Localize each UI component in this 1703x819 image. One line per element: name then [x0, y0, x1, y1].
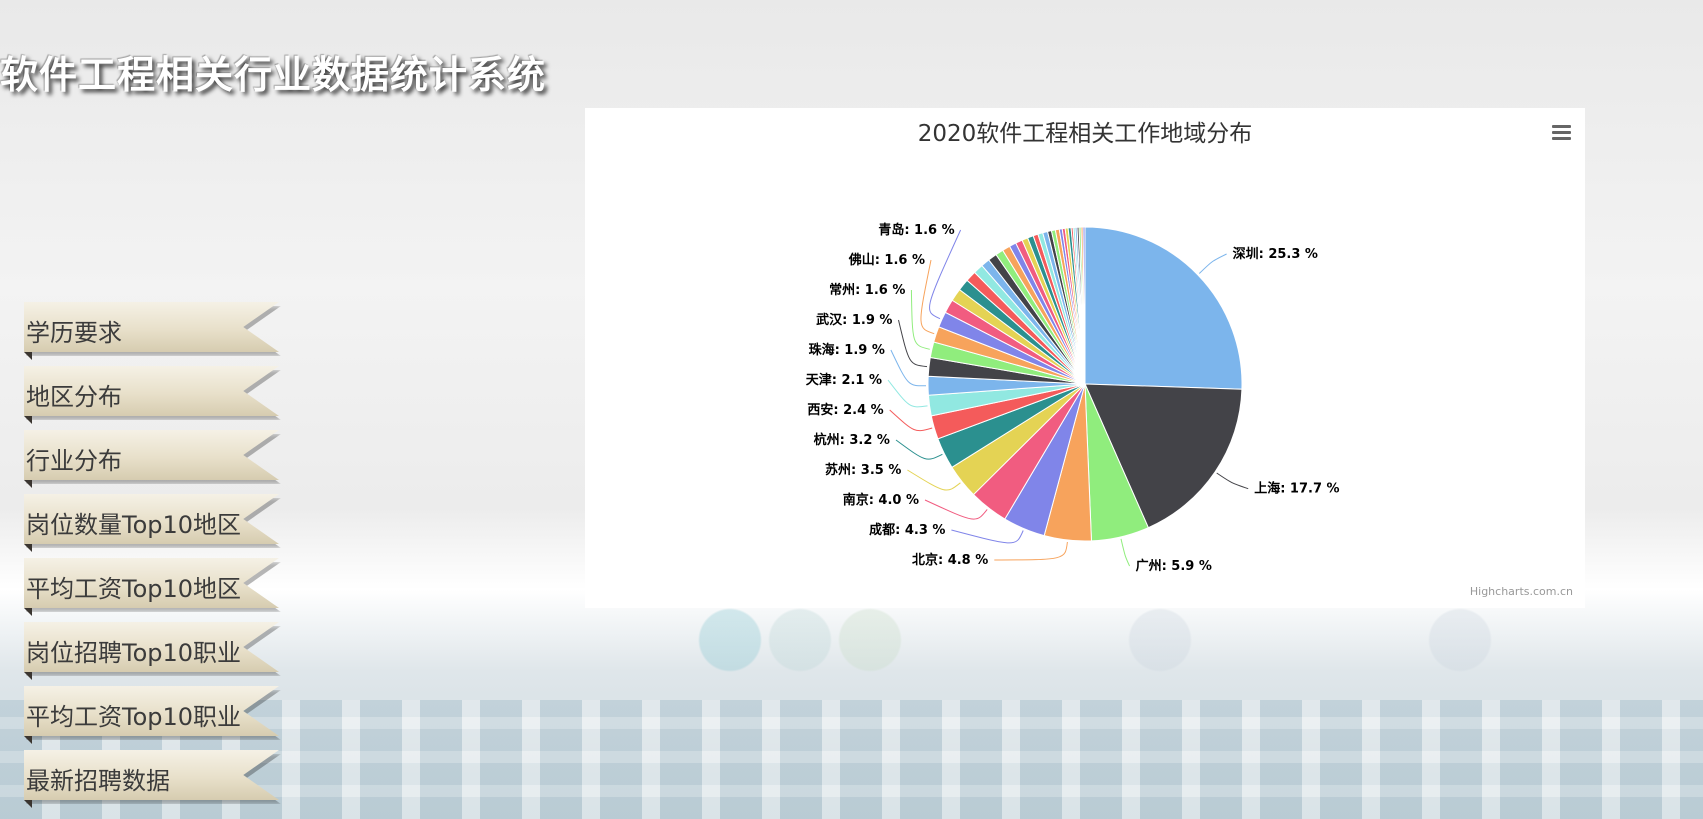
pie-label-connector [924, 499, 988, 520]
nav-item-avg-salary-top10-region[interactable]: 平均工资Top10地区 [24, 558, 279, 608]
nav-item-fold [24, 800, 32, 808]
nav-item-label: 地区分布 [26, 383, 122, 411]
nav-item-wrapper: 岗位数量Top10地区 [24, 494, 284, 552]
pie-label-connector [887, 379, 928, 408]
nav-item-job-count-top10-region[interactable]: 岗位数量Top10地区 [24, 494, 279, 544]
pie-data-label: 青岛: 1.6 % [878, 222, 954, 238]
pie-data-label: 杭州: 3.2 % [814, 432, 890, 448]
pie-data-label: 天津: 2.1 % [806, 372, 882, 388]
pie-label-connector [895, 439, 943, 460]
sidebar-nav: 学历要求地区分布行业分布岗位数量Top10地区 平均工资Top10地区 岗位招聘To… [24, 302, 284, 814]
nav-item-industry[interactable]: 行业分布 [24, 430, 279, 480]
nav-item-fold [24, 672, 32, 680]
nav-item-region[interactable]: 地区分布 [24, 366, 279, 416]
nav-item-label: 平均工资Top10地区 [26, 575, 242, 603]
pie-chart: 深圳: 25.3 % 上海: 17.7 % 广州: 5.9 % 北京: 4.8 % 成都… [806, 222, 1340, 574]
pie-data-label: 深圳: 25.3 % [1233, 246, 1318, 262]
pie-label-connector [951, 529, 1024, 544]
nav-item-latest-jobs[interactable]: 最新招聘数据 [24, 750, 279, 800]
pie-data-label: 上海: 17.7 % [1254, 481, 1339, 497]
pie-label-connector [994, 541, 1068, 561]
pie-label-connector [889, 409, 933, 432]
nav-item-wrapper: 地区分布 [24, 366, 284, 424]
nav-item-wrapper: 平均工资Top10地区 [24, 558, 284, 616]
pie-data-label: 西安: 2.4 % [807, 402, 883, 418]
nav-item-wrapper: 岗位招聘Top10职业 [24, 622, 284, 680]
app-title: 软件工程相关行业数据统计系统 [0, 53, 547, 97]
chart-card: 2020软件工程相关工作地域分布 深圳: 25.3 % 上海: 17.7 % 广州:… [585, 108, 1585, 608]
nav-item-fold [24, 480, 32, 488]
pie-data-label: 武汉: 1.9 % [816, 312, 892, 328]
pie-data-label: 北京: 4.8 % [912, 552, 988, 568]
background-bubbles [560, 600, 1700, 710]
nav-item-label: 学历要求 [26, 319, 122, 347]
pie-label-connector [1198, 253, 1227, 274]
nav-item-wrapper: 平均工资Top10职业 [24, 686, 284, 744]
nav-item-label: 岗位招聘Top10职业 [26, 639, 242, 667]
nav-item-avg-salary-top10-occupation[interactable]: 平均工资Top10职业 [24, 686, 279, 736]
pie-label-connector [907, 469, 961, 491]
nav-item-wrapper: 学历要求 [24, 302, 284, 360]
pie-data-label: 苏州: 3.5 % [825, 462, 901, 478]
pie-label-connector [1120, 538, 1131, 567]
pie-data-label: 常州: 1.6 % [829, 282, 905, 298]
nav-item-wrapper: 行业分布 [24, 430, 284, 488]
nav-item-fold [24, 608, 32, 616]
nav-item-fold [24, 544, 32, 552]
nav-item-fold [24, 416, 32, 424]
pie-label-connector [1216, 472, 1249, 490]
nav-item-label: 平均工资Top10职业 [26, 703, 242, 731]
nav-item-job-top10-occupation[interactable]: 岗位招聘Top10职业 [24, 622, 279, 672]
chart-credit-link[interactable]: Highcharts.com.cn [1470, 585, 1573, 598]
pie-slice-深圳[interactable] [1084, 226, 1243, 390]
nav-item-fold [24, 736, 32, 744]
nav-item-education[interactable]: 学历要求 [24, 302, 279, 352]
pie-data-label: 珠海: 1.9 % [809, 342, 885, 358]
pie-data-label: 南京: 4.0 % [843, 492, 919, 508]
nav-item-label: 行业分布 [26, 447, 122, 475]
nav-item-label: 岗位数量Top10地区 [26, 511, 242, 539]
pie-data-label: 佛山: 1.6 % [848, 252, 925, 268]
nav-item-label: 最新招聘数据 [26, 767, 170, 795]
pie-data-label: 成都: 4.3 % [869, 522, 945, 538]
nav-item-fold [24, 352, 32, 360]
nav-item-wrapper: 最新招聘数据 [24, 750, 284, 808]
pie-data-label: 广州: 5.9 % [1136, 558, 1212, 574]
